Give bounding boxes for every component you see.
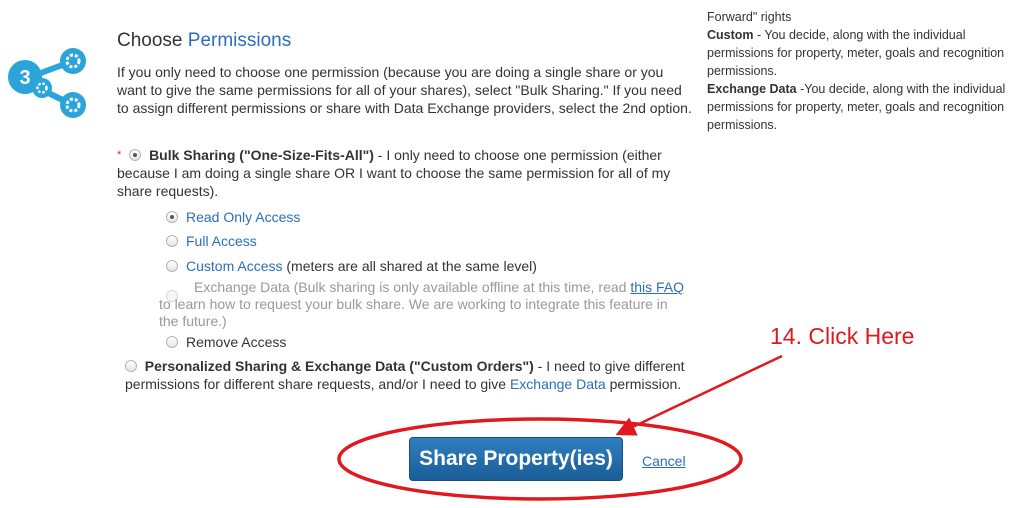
- annotation-ellipse: [337, 417, 743, 501]
- annotation-overlay: [337, 354, 783, 501]
- annotation-arrow: [615, 354, 783, 436]
